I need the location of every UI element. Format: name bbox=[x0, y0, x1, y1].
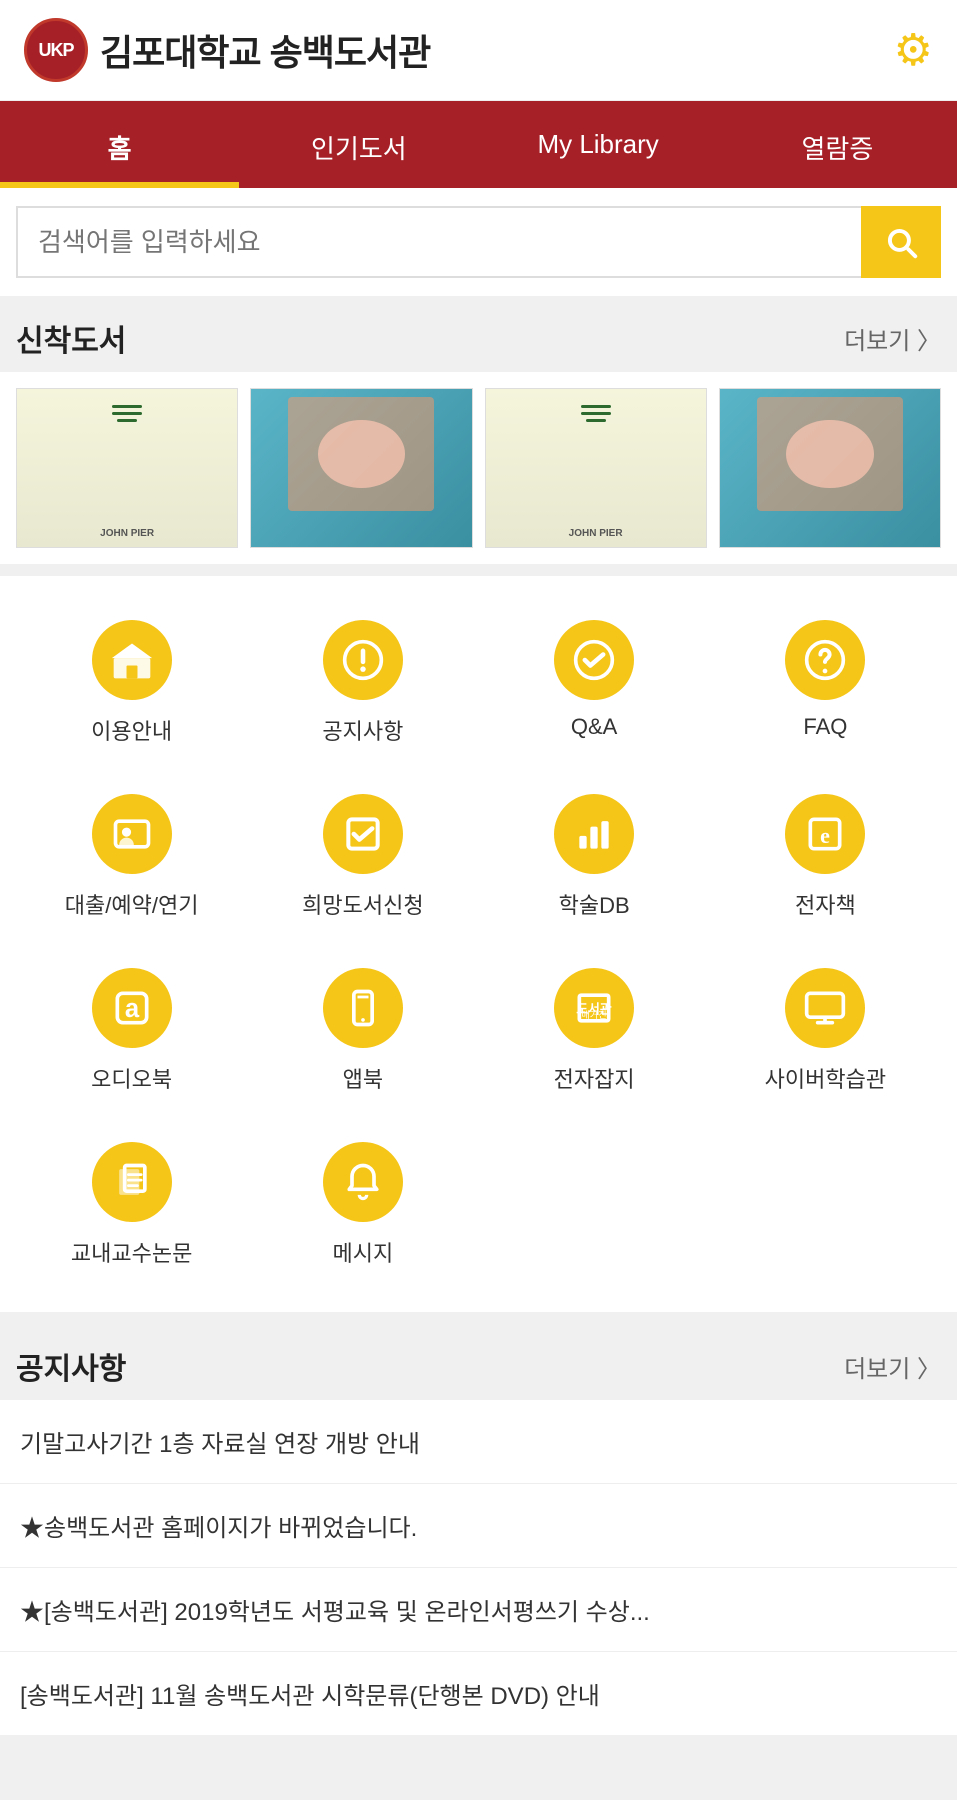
icon-label-appbook: 앱북 bbox=[343, 1062, 383, 1094]
icon-item-library-info[interactable]: 이용안내 bbox=[16, 596, 247, 770]
icon-item-qna[interactable]: Q&A bbox=[479, 596, 710, 770]
new-books-title: 신착도서 bbox=[16, 316, 126, 360]
logo-abbr: UKP bbox=[38, 40, 73, 61]
bell-icon bbox=[323, 1142, 403, 1222]
search-section bbox=[0, 188, 957, 296]
icon-item-cyberlearning[interactable]: 사이버학습관 bbox=[710, 944, 941, 1118]
svg-text:a: a bbox=[124, 995, 139, 1023]
list-item[interactable] bbox=[250, 388, 472, 548]
nav-item-mylibrary[interactable]: My Library bbox=[479, 101, 718, 188]
icon-label-ebook: 전자책 bbox=[795, 888, 856, 920]
chart-icon bbox=[554, 794, 634, 874]
icon-label-library-info: 이용안내 bbox=[91, 714, 172, 746]
notice-more-link[interactable]: 더보기 〉 bbox=[844, 1349, 941, 1384]
notice-title: 공지사항 bbox=[16, 1344, 126, 1388]
svg-text:매거진: 매거진 bbox=[581, 1010, 606, 1020]
icon-item-emagazine[interactable]: 도서관매거진 전자잡지 bbox=[479, 944, 710, 1118]
tablet-icon bbox=[323, 968, 403, 1048]
icon-item-loan[interactable]: 대출/예약/연기 bbox=[16, 770, 247, 944]
icon-label-message: 메시지 bbox=[333, 1236, 394, 1268]
magazine-icon: 도서관매거진 bbox=[554, 968, 634, 1048]
icon-label-cyberlearning: 사이버학습관 bbox=[765, 1062, 886, 1094]
book-cover bbox=[250, 388, 472, 548]
monitor-icon bbox=[785, 968, 865, 1048]
settings-icon[interactable]: ⚙ bbox=[894, 25, 933, 76]
search-icon bbox=[882, 223, 920, 261]
question-icon bbox=[785, 620, 865, 700]
notice-section: 공지사항 더보기 〉 기말고사기간 1층 자료실 연장 개방 안내 ★송백도서관… bbox=[0, 1324, 957, 1735]
search-input[interactable] bbox=[16, 206, 861, 278]
icon-item-appbook[interactable]: 앱북 bbox=[247, 944, 478, 1118]
nav-item-popular[interactable]: 인기도서 bbox=[239, 101, 478, 188]
icon-item-notice[interactable]: 공지사항 bbox=[247, 596, 478, 770]
header: UKP 김포대학교 송백도서관 ⚙ bbox=[0, 0, 957, 101]
icon-label-qna: Q&A bbox=[571, 714, 617, 740]
logo-text: 김포대학교 송백도서관 bbox=[100, 24, 430, 76]
icon-label-loan: 대출/예약/연기 bbox=[65, 888, 199, 920]
icon-label-wishbook: 희망도서신청 bbox=[302, 888, 423, 920]
list-item[interactable]: ★[송백도서관] 2019학년도 서평교육 및 온라인서평쓰기 수상... bbox=[0, 1568, 957, 1652]
logo-container: UKP 김포대학교 송백도서관 bbox=[24, 18, 430, 82]
list-item[interactable]: JOHN PIER bbox=[485, 388, 707, 548]
notice-section-header: 공지사항 더보기 〉 bbox=[0, 1324, 957, 1400]
nav-item-home[interactable]: 홈 bbox=[0, 101, 239, 188]
icon-label-notice: 공지사항 bbox=[322, 714, 403, 746]
new-books-more-link[interactable]: 더보기 〉 bbox=[844, 321, 941, 356]
book-list: JOHN PIER JOHN PIER bbox=[0, 372, 957, 564]
svg-text:e: e bbox=[820, 823, 830, 848]
notice-list: 기말고사기간 1층 자료실 연장 개방 안내 ★송백도서관 홈페이지가 바뀌었습… bbox=[0, 1400, 957, 1735]
icon-item-faq[interactable]: FAQ bbox=[710, 596, 941, 770]
list-item[interactable]: 기말고사기간 1층 자료실 연장 개방 안내 bbox=[0, 1400, 957, 1484]
list-item[interactable]: JOHN PIER bbox=[16, 388, 238, 548]
icon-item-academicdb[interactable]: 학술DB bbox=[479, 770, 710, 944]
list-item[interactable]: [송백도서관] 11월 송백도서관 시학문류(단행본 DVD) 안내 bbox=[0, 1652, 957, 1735]
ebook-icon: e bbox=[785, 794, 865, 874]
audio-icon: a bbox=[92, 968, 172, 1048]
icon-item-message[interactable]: 메시지 bbox=[247, 1118, 478, 1292]
icon-item-ebook[interactable]: e 전자책 bbox=[710, 770, 941, 944]
exclamation-icon bbox=[323, 620, 403, 700]
icons-grid: 이용안내 공지사항 Q&A FAQ 대출/예약/연기 희망도서신청 bbox=[0, 576, 957, 1312]
icon-label-faq: FAQ bbox=[803, 714, 847, 740]
check-circle-icon bbox=[554, 620, 634, 700]
nav-bar: 홈 인기도서 My Library 열람증 bbox=[0, 101, 957, 188]
icon-item-thesis[interactable]: 교내교수논문 bbox=[16, 1118, 247, 1292]
book-cover bbox=[719, 388, 941, 548]
search-button[interactable] bbox=[861, 206, 941, 278]
checkbox-icon bbox=[323, 794, 403, 874]
new-books-section-header: 신착도서 더보기 〉 bbox=[0, 296, 957, 372]
book-cover: JOHN PIER bbox=[485, 388, 707, 548]
icon-label-academicdb: 학술DB bbox=[559, 888, 630, 920]
icon-label-thesis: 교내교수논문 bbox=[71, 1236, 192, 1268]
building-icon bbox=[92, 620, 172, 700]
list-item[interactable] bbox=[719, 388, 941, 548]
icon-label-audiobook: 오디오북 bbox=[91, 1062, 172, 1094]
card-icon bbox=[92, 794, 172, 874]
papers-icon bbox=[92, 1142, 172, 1222]
list-item[interactable]: ★송백도서관 홈페이지가 바뀌었습니다. bbox=[0, 1484, 957, 1568]
icon-item-wishbook[interactable]: 희망도서신청 bbox=[247, 770, 478, 944]
logo-circle: UKP bbox=[24, 18, 88, 82]
book-cover: JOHN PIER bbox=[16, 388, 238, 548]
icon-label-emagazine: 전자잡지 bbox=[554, 1062, 635, 1094]
icon-item-audiobook[interactable]: a 오디오북 bbox=[16, 944, 247, 1118]
nav-item-card[interactable]: 열람증 bbox=[718, 101, 957, 188]
